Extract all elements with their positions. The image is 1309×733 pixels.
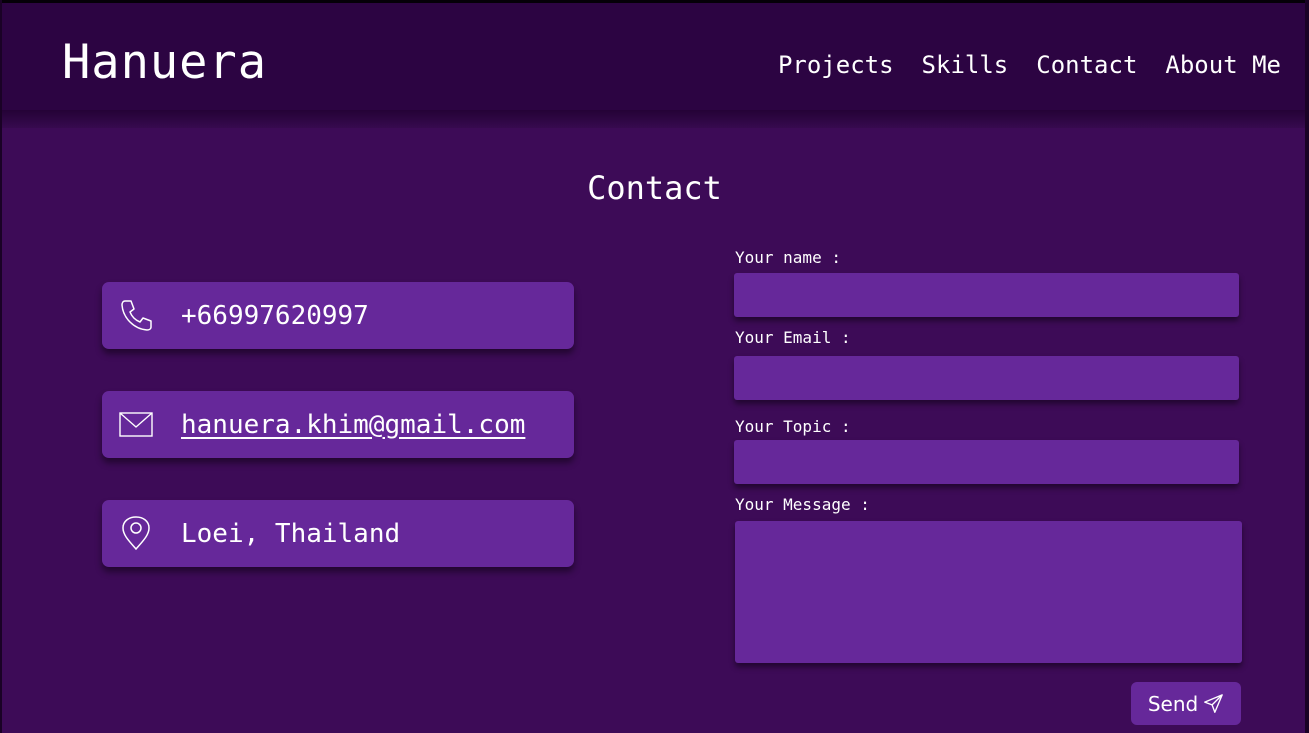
name-input[interactable] (734, 273, 1239, 317)
mail-icon (118, 406, 154, 442)
email-link[interactable]: hanuera.khim@gmail.com (181, 412, 525, 438)
message-label: Your Message : (735, 495, 870, 514)
topic-input[interactable] (734, 440, 1239, 484)
nav-link-projects[interactable]: Projects (778, 53, 894, 77)
topic-label: Your Topic : (735, 417, 851, 436)
location-text: Loei, Thailand (181, 518, 401, 549)
site-header: Hanuera Projects Skills Contact About Me (0, 3, 1309, 110)
nav-link-contact[interactable]: Contact (1036, 53, 1137, 77)
send-icon (1202, 693, 1224, 715)
nav-link-skills[interactable]: Skills (922, 53, 1009, 77)
send-label: Send (1147, 691, 1199, 716)
phone-card: +66997620997 (102, 282, 574, 349)
message-textarea[interactable] (735, 521, 1242, 663)
phone-number: +66997620997 (181, 300, 369, 331)
name-label: Your name : (735, 248, 841, 267)
email-label: Your Email : (735, 328, 851, 347)
main-nav: Projects Skills Contact About Me (778, 53, 1281, 77)
phone-icon (118, 297, 154, 333)
email-card: hanuera.khim@gmail.com (102, 391, 574, 458)
location-card: Loei, Thailand (102, 500, 574, 567)
email-input[interactable] (734, 356, 1239, 400)
page-title: Contact (587, 169, 722, 207)
left-edge (0, 0, 2, 733)
header-shadow (0, 110, 1309, 128)
location-pin-icon (118, 515, 154, 551)
brand-logo-text[interactable]: Hanuera (62, 39, 267, 86)
send-button[interactable]: Send (1131, 682, 1241, 725)
right-edge (1305, 0, 1309, 733)
nav-link-about-me[interactable]: About Me (1165, 53, 1281, 77)
